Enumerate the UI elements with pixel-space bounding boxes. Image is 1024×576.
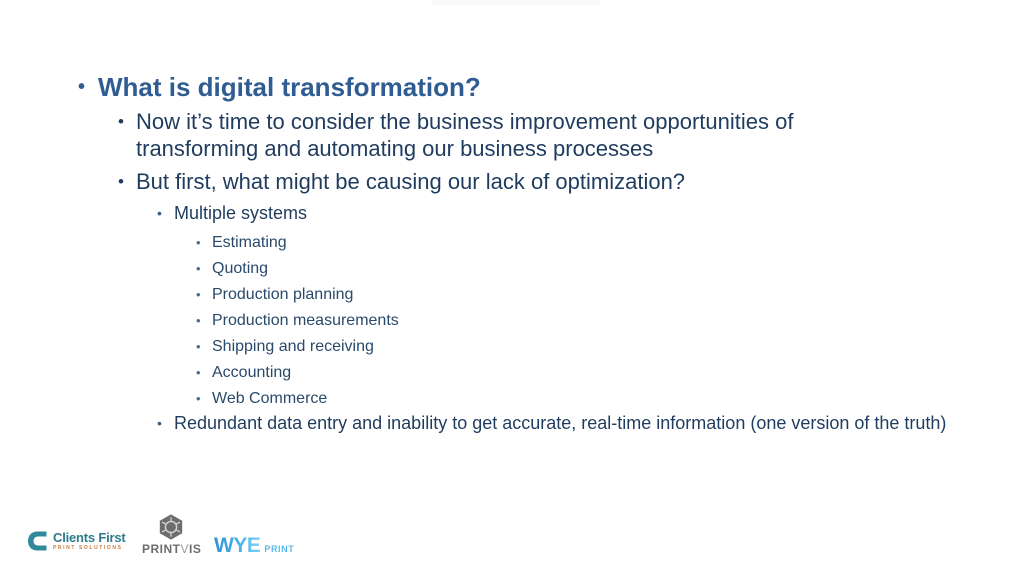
bullet-title: • What is digital transformation?	[78, 70, 958, 104]
footer-logo-bar: Clients First PRINT SOLUTIONS PRINTVIS W…	[0, 505, 1024, 576]
bullet-level4-text: Accounting	[212, 364, 292, 381]
bullet-level2-text: But first, what might be causing our lac…	[136, 169, 686, 194]
bullet-marker-icon: •	[157, 415, 162, 431]
bullet-marker-icon: •	[196, 261, 201, 276]
printvis-name-part3: IS	[189, 542, 202, 556]
wye-name: WYE	[214, 534, 261, 557]
bullet-level4-text: Web Commerce	[212, 390, 328, 407]
bullet-list-level-3: • Multiple systems	[157, 202, 957, 225]
bullet-level4-item: • Production measurements	[196, 308, 896, 334]
clients-first-c-mark-icon	[28, 531, 47, 551]
printvis-name-part1: PRINT	[142, 542, 181, 556]
bullet-marker-icon: •	[157, 205, 162, 221]
clients-first-wordmark: Clients First PRINT SOLUTIONS	[53, 531, 126, 551]
wye-subtitle: PRINT	[264, 544, 295, 554]
bullet-level4-item: • Production planning	[196, 282, 896, 308]
bullet-marker-icon: •	[196, 391, 201, 406]
bullet-list-level-2: • Now it’s time to consider the business…	[118, 108, 918, 201]
bullet-marker-icon: •	[78, 76, 86, 98]
bullet-marker-icon: •	[196, 287, 201, 302]
clients-first-tagline: PRINT SOLUTIONS	[53, 545, 123, 551]
printvis-hexagon-mark-icon	[159, 514, 183, 540]
bullet-level4-text: Quoting	[212, 260, 269, 277]
bullet-marker-icon: •	[196, 235, 201, 250]
bullet-level4-text: Production planning	[212, 286, 354, 303]
bullet-level3-text: Multiple systems	[174, 203, 308, 223]
printvis-name-part2: V	[180, 542, 190, 556]
bullet-level3-text: Redundant data entry and inability to ge…	[174, 413, 947, 433]
printvis-wordmark: PRINTVIS	[142, 542, 202, 556]
bullet-marker-icon: •	[196, 339, 201, 354]
bullet-marker-icon: •	[118, 112, 124, 131]
bullet-level4-item: • Accounting	[196, 360, 896, 386]
bullet-level3-item: • Redundant data entry and inability to …	[157, 412, 957, 435]
bullet-level2-text: Now it’s time to consider the business i…	[136, 109, 794, 161]
logo-clients-first: Clients First PRINT SOLUTIONS	[26, 529, 126, 553]
bullet-list-level-4: • Estimating • Quoting • Production plan…	[196, 230, 896, 412]
bullet-marker-icon: •	[196, 313, 201, 328]
bullet-level4-text: Estimating	[212, 234, 287, 251]
bullet-list-level-1: • What is digital transformation?	[78, 70, 958, 104]
bullet-level4-item: • Estimating	[196, 230, 896, 256]
clients-first-name: Clients First	[53, 530, 126, 545]
bullet-marker-icon: •	[118, 172, 124, 191]
bullet-level2-item: • But first, what might be causing our l…	[118, 168, 918, 195]
bullet-level4-item: • Web Commerce	[196, 386, 896, 412]
bullet-level4-item: • Shipping and receiving	[196, 334, 896, 360]
bullet-list-level-3-second: • Redundant data entry and inability to …	[157, 412, 957, 435]
logo-printvis: PRINTVIS	[142, 513, 202, 556]
bullet-title-text: What is digital transformation?	[98, 72, 481, 102]
bullet-level4-text: Production measurements	[212, 312, 399, 329]
bullet-level4-item: • Quoting	[196, 256, 896, 282]
slide: • What is digital transformation? • Now …	[0, 0, 1024, 576]
bullet-marker-icon: •	[196, 365, 201, 380]
top-edge-artifact	[432, 0, 600, 5]
bullet-level2-item: • Now it’s time to consider the business…	[118, 108, 918, 162]
logo-wye-print: WYE PRINT	[214, 534, 294, 558]
bullet-level3-item: • Multiple systems	[157, 202, 957, 225]
bullet-level4-text: Shipping and receiving	[212, 338, 374, 355]
